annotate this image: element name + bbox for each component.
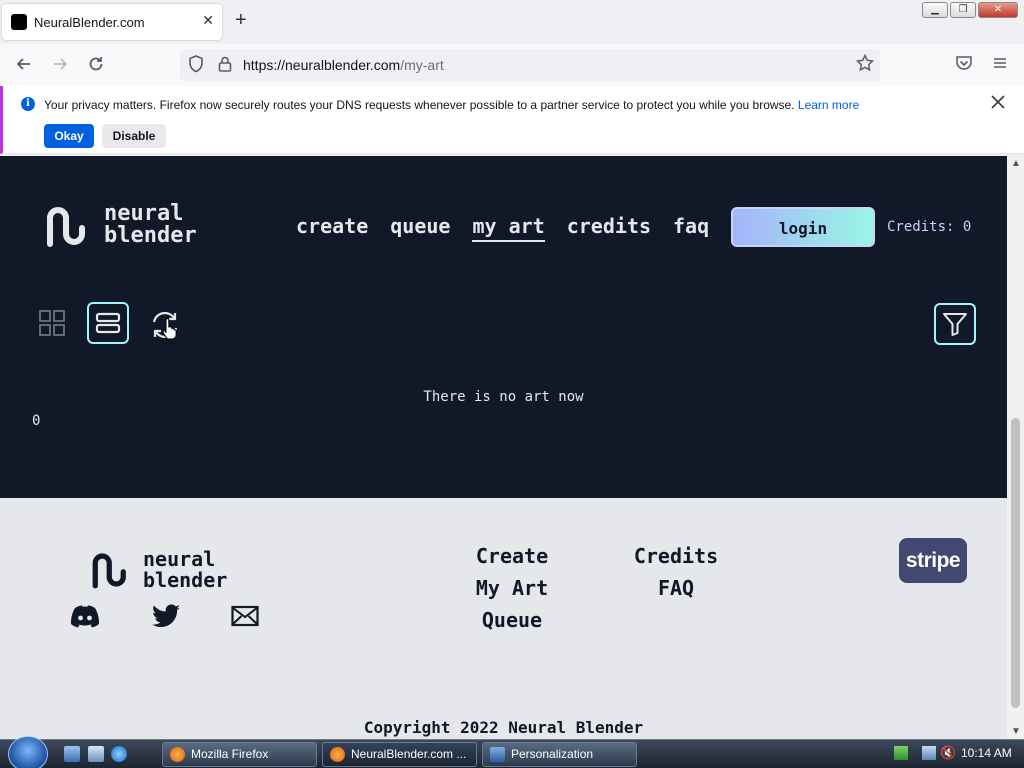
scroll-down-arrow-icon[interactable]: ▼	[1011, 726, 1021, 737]
pocket-icon[interactable]	[955, 54, 973, 76]
page-scrollbar[interactable]: ▲ ▼	[1007, 156, 1024, 739]
logo-text[interactable]: neural blender	[104, 203, 197, 247]
footer-link-queue[interactable]: Queue	[470, 604, 554, 636]
back-arrow-icon[interactable]	[14, 54, 34, 78]
taskbar-item-personalization[interactable]: Personalization	[482, 742, 637, 767]
okay-button[interactable]: Okay	[44, 124, 94, 148]
nav-queue[interactable]: queue	[390, 214, 450, 242]
discord-icon[interactable]	[69, 604, 101, 634]
firefox-icon	[170, 747, 185, 762]
url-text: https://neuralblender.com/my-art	[243, 57, 444, 73]
stripe-badge[interactable]: stripe	[899, 538, 967, 583]
list-view-button[interactable]	[87, 302, 129, 344]
nav-toolbar: https://neuralblender.com/my-art	[0, 44, 1024, 86]
internet-explorer-icon[interactable]	[111, 746, 127, 762]
notification-text: Your privacy matters. Firefox now secure…	[44, 98, 859, 112]
taskbar-item-label: NeuralBlender.com ...	[351, 747, 467, 761]
tab-strip: NeuralBlender.com ✕ + ▁ ❐ ✕	[0, 0, 1024, 44]
notification-message: Your privacy matters. Firefox now secure…	[44, 98, 795, 112]
filter-button[interactable]	[934, 303, 976, 345]
logo-line-2: blender	[104, 223, 197, 248]
refresh-icon[interactable]	[148, 308, 180, 340]
nav-credits[interactable]: credits	[567, 214, 651, 242]
credits-balance: Credits: 0	[887, 219, 972, 235]
footer-link-credits[interactable]: Credits	[628, 540, 724, 572]
network-status-icon[interactable]	[894, 746, 908, 760]
login-button[interactable]: login	[731, 207, 875, 247]
system-tray: 🔇 10:14 AM	[886, 740, 1024, 768]
taskbar-item-label: Personalization	[511, 747, 594, 761]
minimize-button[interactable]: ▁	[922, 2, 948, 18]
maximize-button[interactable]: ❐	[950, 2, 976, 18]
url-path: /my-art	[400, 57, 444, 73]
start-button[interactable]	[8, 736, 48, 768]
tracking-shield-icon[interactable]	[188, 55, 204, 77]
footer-links-col-2: Credits FAQ	[628, 540, 724, 604]
copyright-text: Copyright 2022 Neural Blender	[363, 718, 644, 737]
footer-link-create[interactable]: Create	[470, 540, 554, 572]
address-bar[interactable]: https://neuralblender.com/my-art	[180, 49, 880, 81]
info-icon: i	[21, 97, 35, 111]
clock[interactable]: 10:14 AM	[961, 746, 1012, 760]
footer-links-col-1: Create My Art Queue	[470, 540, 554, 636]
volume-muted-icon[interactable]: 🔇	[940, 745, 956, 761]
privacy-notification-bar: i Your privacy matters. Firefox now secu…	[0, 86, 1024, 154]
learn-more-link[interactable]: Learn more	[798, 98, 859, 112]
art-count: 0	[32, 413, 41, 429]
web-page: neural blender create queue my art credi…	[0, 156, 1007, 739]
empty-state-message: There is no art now	[423, 389, 584, 405]
bookmark-star-icon[interactable]	[855, 53, 875, 77]
footer-logo-text[interactable]: neural blender	[143, 549, 227, 591]
taskbar-item-firefox[interactable]: Mozilla Firefox	[162, 742, 317, 767]
footer-logo-icon[interactable]	[90, 550, 132, 594]
tab-close-icon[interactable]: ✕	[202, 12, 214, 29]
close-notification-icon[interactable]	[991, 93, 1005, 114]
nav-my-art[interactable]: my art	[472, 214, 545, 242]
hamburger-menu-icon[interactable]	[991, 54, 1009, 76]
site-favicon-icon	[11, 14, 27, 30]
footer-link-my-art[interactable]: My Art	[470, 572, 554, 604]
footer-link-faq[interactable]: FAQ	[628, 572, 724, 604]
url-host: https://neuralblender.com	[243, 57, 401, 73]
browser-tab[interactable]: NeuralBlender.com ✕	[2, 4, 222, 40]
taskbar-item-neuralblender[interactable]: NeuralBlender.com ...	[322, 742, 477, 767]
reload-icon[interactable]	[86, 54, 106, 78]
logo-line-1: neural	[104, 201, 184, 226]
show-desktop-icon[interactable]	[64, 746, 80, 762]
email-envelope-icon[interactable]	[231, 604, 259, 632]
scrollbar-thumb[interactable]	[1011, 418, 1020, 708]
forward-arrow-icon[interactable]	[50, 54, 70, 78]
window-controls: ▁ ❐ ✕	[922, 2, 1018, 18]
personalization-icon	[490, 747, 505, 762]
nav-faq[interactable]: faq	[673, 214, 709, 242]
firefox-icon	[330, 747, 345, 762]
tab-title: NeuralBlender.com	[34, 15, 145, 30]
twitter-icon[interactable]	[151, 604, 181, 634]
nav-create[interactable]: create	[296, 214, 368, 242]
close-window-button[interactable]: ✕	[978, 2, 1018, 18]
display-icon[interactable]	[922, 746, 936, 760]
switch-windows-icon[interactable]	[88, 746, 104, 762]
grid-view-icon[interactable]	[38, 309, 66, 337]
taskbar: Mozilla Firefox NeuralBlender.com ... Pe…	[0, 736, 1024, 768]
footer-logo-line-1: neural	[143, 547, 216, 571]
neural-blender-logo-icon[interactable]	[44, 204, 92, 252]
scroll-up-arrow-icon[interactable]: ▲	[1011, 158, 1021, 169]
filter-icon	[943, 313, 967, 336]
header-section: neural blender create queue my art credi…	[0, 156, 1007, 498]
new-tab-button[interactable]: +	[235, 10, 247, 30]
main-nav: create queue my art credits faq	[296, 214, 709, 242]
disable-button[interactable]: Disable	[102, 124, 166, 148]
footer-logo-line-2: blender	[143, 568, 228, 592]
footer: neural blender Create My Art Queue Credi…	[0, 498, 1007, 739]
lock-icon[interactable]	[218, 55, 232, 76]
taskbar-item-label: Mozilla Firefox	[191, 747, 269, 761]
list-view-icon	[95, 312, 121, 334]
